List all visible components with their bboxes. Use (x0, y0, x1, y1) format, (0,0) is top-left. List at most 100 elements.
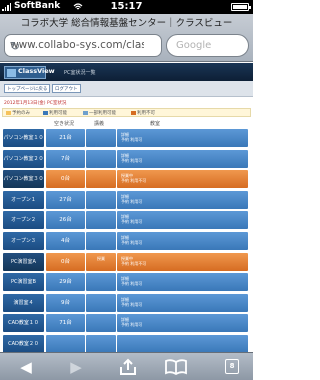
detail-line: 予約 (121, 198, 129, 204)
detail-line: 利用可 (130, 219, 143, 225)
search-input[interactable]: Google (166, 34, 249, 57)
nav-top-link[interactable]: トップページに戻る (4, 84, 51, 93)
available-count: 9台 (46, 293, 85, 312)
status-bar: SoftBank 15:17 (0, 0, 253, 14)
room-name[interactable]: パソコン教室１０ (3, 129, 44, 147)
room-detail[interactable]: 詳細 予約 利用可 (117, 129, 248, 147)
classview-logo[interactable]: ClassView (4, 66, 55, 79)
room-detail[interactable]: 授業中 予約 利用不可 (117, 170, 248, 189)
available-count: 7台 (46, 149, 85, 168)
detail-line: 予約 (121, 240, 129, 245)
forward-icon: ▶ (70, 358, 82, 376)
share-icon[interactable] (116, 357, 140, 377)
available-count: 27台 (46, 190, 85, 209)
legend-bar: 予約のみ 利用可能 一部利用可能 利用不可 (2, 108, 251, 117)
room-name[interactable]: オープン３ (3, 232, 44, 250)
page-title: コラボ大学 総合情報基盤センター｜クラスビュー (20, 18, 233, 29)
room-name[interactable]: オープン１ (3, 190, 44, 209)
room-detail[interactable]: 授業中 予約 利用不可 (117, 252, 248, 271)
lecture-cell (86, 293, 116, 312)
available-count: 29台 (46, 273, 85, 292)
lecture-cell (86, 190, 116, 209)
detail-line: 予約 (121, 157, 129, 163)
room-row[interactable]: CAD教室１０ 71台 詳細 予約 利用可 (0, 314, 253, 334)
detail-line: 予約 (121, 219, 129, 225)
bookmarks-icon[interactable] (164, 357, 188, 377)
legend-label: 利用可能 (43, 110, 67, 116)
lecture-cell (86, 211, 116, 230)
detail-line: 利用可 (130, 137, 143, 142)
available-count: 4台 (46, 232, 85, 250)
status-notice: 2012年1月13日(金) PC室状況 (4, 101, 67, 106)
room-name[interactable]: オープン２ (3, 211, 44, 230)
room-detail[interactable]: 詳細 予約 利用可 (117, 273, 248, 292)
room-row[interactable]: パソコン教室１０ 21台 詳細 予約 利用可 (0, 129, 253, 149)
room-detail[interactable] (117, 335, 248, 352)
room-row[interactable]: オープン２ 26台 詳細 予約 利用可 (0, 211, 253, 231)
room-detail[interactable]: 詳細 予約 利用可 (117, 293, 248, 312)
room-detail[interactable]: 詳細 予約 利用可 (117, 232, 248, 250)
room-row[interactable]: 演習室４ 9台 詳細 予約 利用可 (0, 293, 253, 314)
browser-chrome: コラボ大学 総合情報基盤センター｜クラスビュー www.collabo-sys.… (0, 14, 253, 62)
available-count: 0台 (46, 252, 85, 271)
detail-line: 利用可 (130, 281, 143, 287)
lecture-cell (86, 314, 116, 333)
back-icon[interactable]: ◀ (14, 357, 38, 377)
available-count: 21台 (46, 129, 85, 147)
detail-line: 利用可 (130, 322, 143, 328)
legend-label: 予約のみ (6, 110, 30, 116)
room-row[interactable]: PC演習室B 29台 詳細 予約 利用可 (0, 273, 253, 293)
room-name[interactable]: CAD教室１０ (3, 314, 44, 333)
detail-line: 予約 (121, 281, 129, 287)
room-row[interactable]: オープン３ 4台 詳細 予約 利用可 (0, 232, 253, 252)
room-name[interactable]: パソコン教室２０ (3, 149, 44, 168)
web-content[interactable]: ClassView PC室状況一覧 トップページに戻る ログアウト 2012年1… (0, 63, 253, 352)
lecture-cell (86, 232, 116, 250)
lecture-cell (86, 273, 116, 292)
available-count: 26台 (46, 211, 85, 230)
room-name[interactable]: PC演習室B (3, 273, 44, 292)
sub-navigation: トップページに戻る ログアウト (0, 81, 253, 97)
room-detail[interactable]: 詳細 予約 利用可 (117, 149, 248, 168)
lecture-cell (86, 170, 116, 189)
lecture-cell (86, 335, 116, 352)
address-bar[interactable]: www.collabo-sys.com/clas ↻ (4, 34, 162, 57)
room-name[interactable]: 演習室４ (3, 293, 44, 312)
room-name[interactable]: パソコン教室３０ (3, 170, 44, 189)
available-count (46, 335, 85, 352)
room-name[interactable]: PC演習室A (3, 252, 44, 271)
reload-icon[interactable]: ↻ (10, 39, 144, 53)
battery-icon (231, 3, 251, 11)
available-count: 71台 (46, 314, 85, 333)
available-count: 0台 (46, 170, 85, 189)
column-header: 教室 (150, 121, 161, 127)
room-detail[interactable]: 詳細 予約 利用可 (117, 211, 248, 230)
clock: 15:17 (110, 1, 143, 12)
site-header: ClassView PC室状況一覧 (0, 63, 253, 81)
nav-logout-link[interactable]: ログアウト (52, 84, 81, 93)
column-header: 空き状況 (54, 121, 75, 127)
detail-line: 利用可 (130, 301, 143, 307)
room-name[interactable]: CAD教室２０ (3, 335, 44, 352)
detail-line: 利用可 (130, 240, 143, 245)
room-row[interactable]: パソコン教室３０ 0台 授業中 予約 利用不可 (0, 170, 253, 190)
page-heading: PC室状況一覧 (64, 70, 96, 76)
detail-line: 予約 (121, 178, 129, 184)
tabs-button[interactable]: 8 (225, 359, 239, 374)
lecture-cell (86, 149, 116, 168)
lecture-cell: 授業 (86, 252, 116, 271)
room-detail[interactable]: 詳細 予約 利用可 (117, 314, 248, 333)
browser-toolbar: ◀ ▶ 8 (0, 352, 253, 380)
room-row[interactable]: パソコン教室２０ 7台 詳細 予約 利用可 (0, 149, 253, 170)
detail-line: 利用不可 (130, 260, 147, 266)
detail-line: 利用不可 (130, 178, 147, 184)
room-detail[interactable]: 詳細 予約 利用可 (117, 190, 248, 209)
room-row[interactable]: オープン１ 27台 詳細 予約 利用可 (0, 190, 253, 211)
room-row[interactable]: CAD教室２０ (0, 335, 253, 352)
detail-line: 利用可 (130, 157, 143, 163)
legend-label: 一部利用可能 (83, 110, 116, 116)
detail-line: 予約 (121, 137, 129, 142)
detail-line: 予約 (121, 260, 129, 266)
room-row[interactable]: PC演習室A 0台 授業 授業中 予約 利用不可 (0, 252, 253, 273)
lecture-cell (86, 129, 116, 147)
